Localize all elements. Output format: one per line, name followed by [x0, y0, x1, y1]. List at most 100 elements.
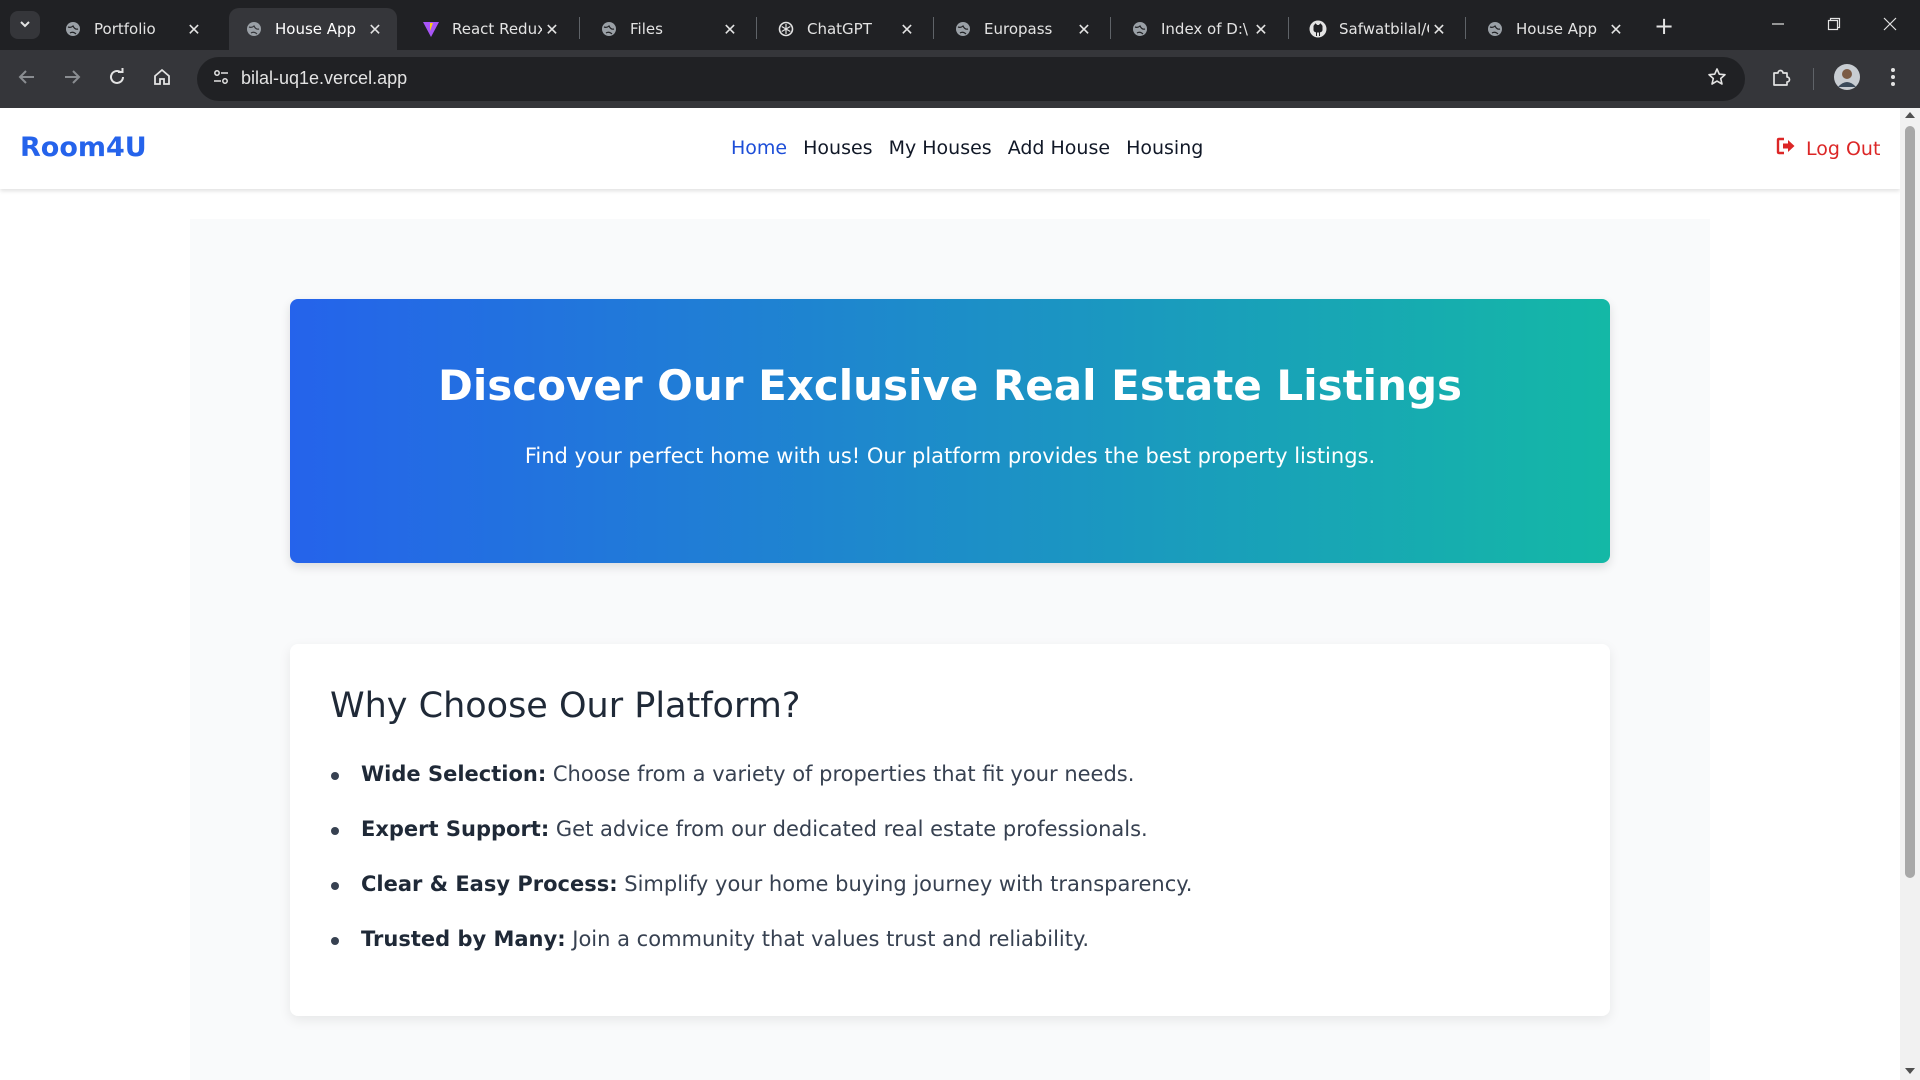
tab-github[interactable]: Safwatbilal/G ✕	[1293, 8, 1461, 50]
tab-title: Europass	[984, 20, 1053, 38]
sign-out-icon	[1776, 137, 1796, 160]
minimize-button[interactable]	[1750, 0, 1806, 50]
tab-title: React Redux	[452, 20, 542, 38]
feature-label: Clear & Easy Process:	[361, 872, 618, 896]
tab-title: House App	[1516, 20, 1598, 38]
page-viewport: Room4U Home Houses My Houses Add House H…	[0, 108, 1900, 1080]
close-icon[interactable]: ✕	[184, 19, 204, 39]
tab-react-redux[interactable]: React Redux ✕	[406, 8, 574, 50]
new-tab-button[interactable]: +	[1650, 12, 1678, 40]
globe-icon	[954, 20, 972, 38]
site-info-button[interactable]	[205, 63, 237, 95]
url-text[interactable]: bilal-uq1e.vercel.app	[241, 68, 407, 89]
close-icon[interactable]: ✕	[897, 19, 917, 39]
restore-button[interactable]	[1806, 0, 1862, 50]
bookmark-button[interactable]	[1701, 63, 1733, 95]
tab-title: Index of D:\	[1161, 20, 1248, 38]
close-icon[interactable]: ✕	[1074, 19, 1094, 39]
tab-title: Portfolio	[94, 20, 156, 38]
nav-link-home[interactable]: Home	[731, 137, 787, 159]
why-choose-card: Why Choose Our Platform? Wide Selection:…	[290, 644, 1610, 1016]
nav-link-add-house[interactable]: Add House	[1008, 137, 1110, 159]
globe-icon	[1131, 20, 1149, 38]
tab-title: ChatGPT	[807, 20, 872, 38]
home-icon	[152, 67, 172, 91]
hero-title: Discover Our Exclusive Real Estate Listi…	[437, 361, 1463, 410]
logout-button[interactable]: Log Out	[1776, 137, 1880, 160]
tune-icon	[212, 68, 230, 90]
vite-icon	[422, 20, 440, 38]
feature-label: Expert Support:	[361, 817, 550, 841]
tab-separator	[1288, 17, 1289, 39]
bullet-icon	[331, 827, 339, 835]
hero-banner: Discover Our Exclusive Real Estate Listi…	[290, 299, 1610, 563]
puzzle-icon	[1770, 66, 1792, 92]
close-icon[interactable]: ✕	[720, 19, 740, 39]
profile-button[interactable]	[1830, 62, 1864, 96]
scroll-down-arrow-icon[interactable]	[1905, 1068, 1915, 1074]
globe-icon	[245, 20, 263, 38]
feature-text: Choose from a variety of properties that…	[546, 762, 1135, 786]
chevron-down-icon	[18, 16, 32, 35]
close-icon[interactable]: ✕	[1606, 19, 1626, 39]
list-item: Trusted by Many: Join a community that v…	[330, 927, 1192, 982]
nav-link-my-houses[interactable]: My Houses	[889, 137, 992, 159]
star-icon	[1707, 67, 1727, 91]
feature-text: Simplify your home buying journey with t…	[617, 872, 1193, 896]
page-scrollbar[interactable]	[1900, 108, 1920, 1080]
feature-label: Trusted by Many:	[361, 927, 566, 951]
nav-link-housing[interactable]: Housing	[1126, 137, 1203, 159]
close-icon[interactable]: ✕	[1251, 19, 1271, 39]
more-vertical-icon	[1890, 67, 1896, 91]
tab-files[interactable]: Files ✕	[584, 8, 752, 50]
tab-separator	[756, 17, 757, 39]
site-navbar: Room4U Home Houses My Houses Add House H…	[0, 108, 1900, 189]
feature-text: Join a community that values trust and r…	[565, 927, 1090, 951]
feature-text: Get advice from our dedicated real estat…	[549, 817, 1148, 841]
globe-icon	[64, 20, 82, 38]
tab-portfolio[interactable]: Portfolio ✕	[48, 8, 216, 50]
logout-label: Log Out	[1806, 137, 1881, 160]
chatgpt-icon	[777, 20, 795, 38]
tab-europass[interactable]: Europass ✕	[938, 8, 1106, 50]
browser-toolbar: bilal-uq1e.vercel.app	[0, 50, 1920, 108]
tab-title: Safwatbilal/G	[1339, 20, 1429, 38]
brand-logo[interactable]: Room4U	[20, 132, 147, 163]
home-button[interactable]	[145, 62, 179, 96]
globe-icon	[1486, 20, 1504, 38]
tab-title: Files	[630, 20, 663, 38]
tab-title: House App	[275, 20, 357, 38]
tab-separator	[1465, 17, 1466, 39]
tab-index-of-d[interactable]: Index of D:\ ✕	[1115, 8, 1283, 50]
tab-strip: Portfolio ✕ House App ✕ React Redux ✕ Fi…	[0, 0, 1920, 50]
close-icon[interactable]: ✕	[1429, 19, 1449, 39]
close-icon[interactable]: ✕	[365, 19, 385, 39]
arrow-right-icon	[62, 67, 82, 91]
reload-button[interactable]	[100, 62, 134, 96]
toolbar-separator	[1813, 68, 1814, 90]
tab-separator	[933, 17, 934, 39]
tab-chatgpt[interactable]: ChatGPT ✕	[761, 8, 929, 50]
scrollbar-thumb[interactable]	[1905, 126, 1915, 878]
why-heading: Why Choose Our Platform?	[330, 686, 801, 726]
back-button[interactable]	[10, 62, 44, 96]
bullet-icon	[331, 882, 339, 890]
tab-house-app[interactable]: House App ✕	[229, 8, 397, 50]
extensions-button[interactable]	[1764, 62, 1798, 96]
main-content: Discover Our Exclusive Real Estate Listi…	[190, 219, 1710, 1080]
scroll-up-arrow-icon[interactable]	[1905, 112, 1915, 118]
close-icon[interactable]: ✕	[542, 19, 562, 39]
tab-search-button[interactable]	[10, 11, 40, 39]
list-item: Clear & Easy Process: Simplify your home…	[330, 872, 1192, 927]
list-item: Expert Support: Get advice from our dedi…	[330, 817, 1192, 872]
forward-button[interactable]	[55, 62, 89, 96]
reload-icon	[107, 67, 127, 91]
restore-icon	[1827, 16, 1841, 35]
tab-house-app-2[interactable]: House App ✕	[1470, 8, 1638, 50]
address-bar[interactable]: bilal-uq1e.vercel.app	[197, 57, 1745, 101]
browser-menu-button[interactable]	[1876, 62, 1910, 96]
bullet-icon	[331, 937, 339, 945]
nav-link-houses[interactable]: Houses	[803, 137, 872, 159]
tab-separator	[579, 17, 580, 39]
close-window-button[interactable]	[1862, 0, 1918, 50]
